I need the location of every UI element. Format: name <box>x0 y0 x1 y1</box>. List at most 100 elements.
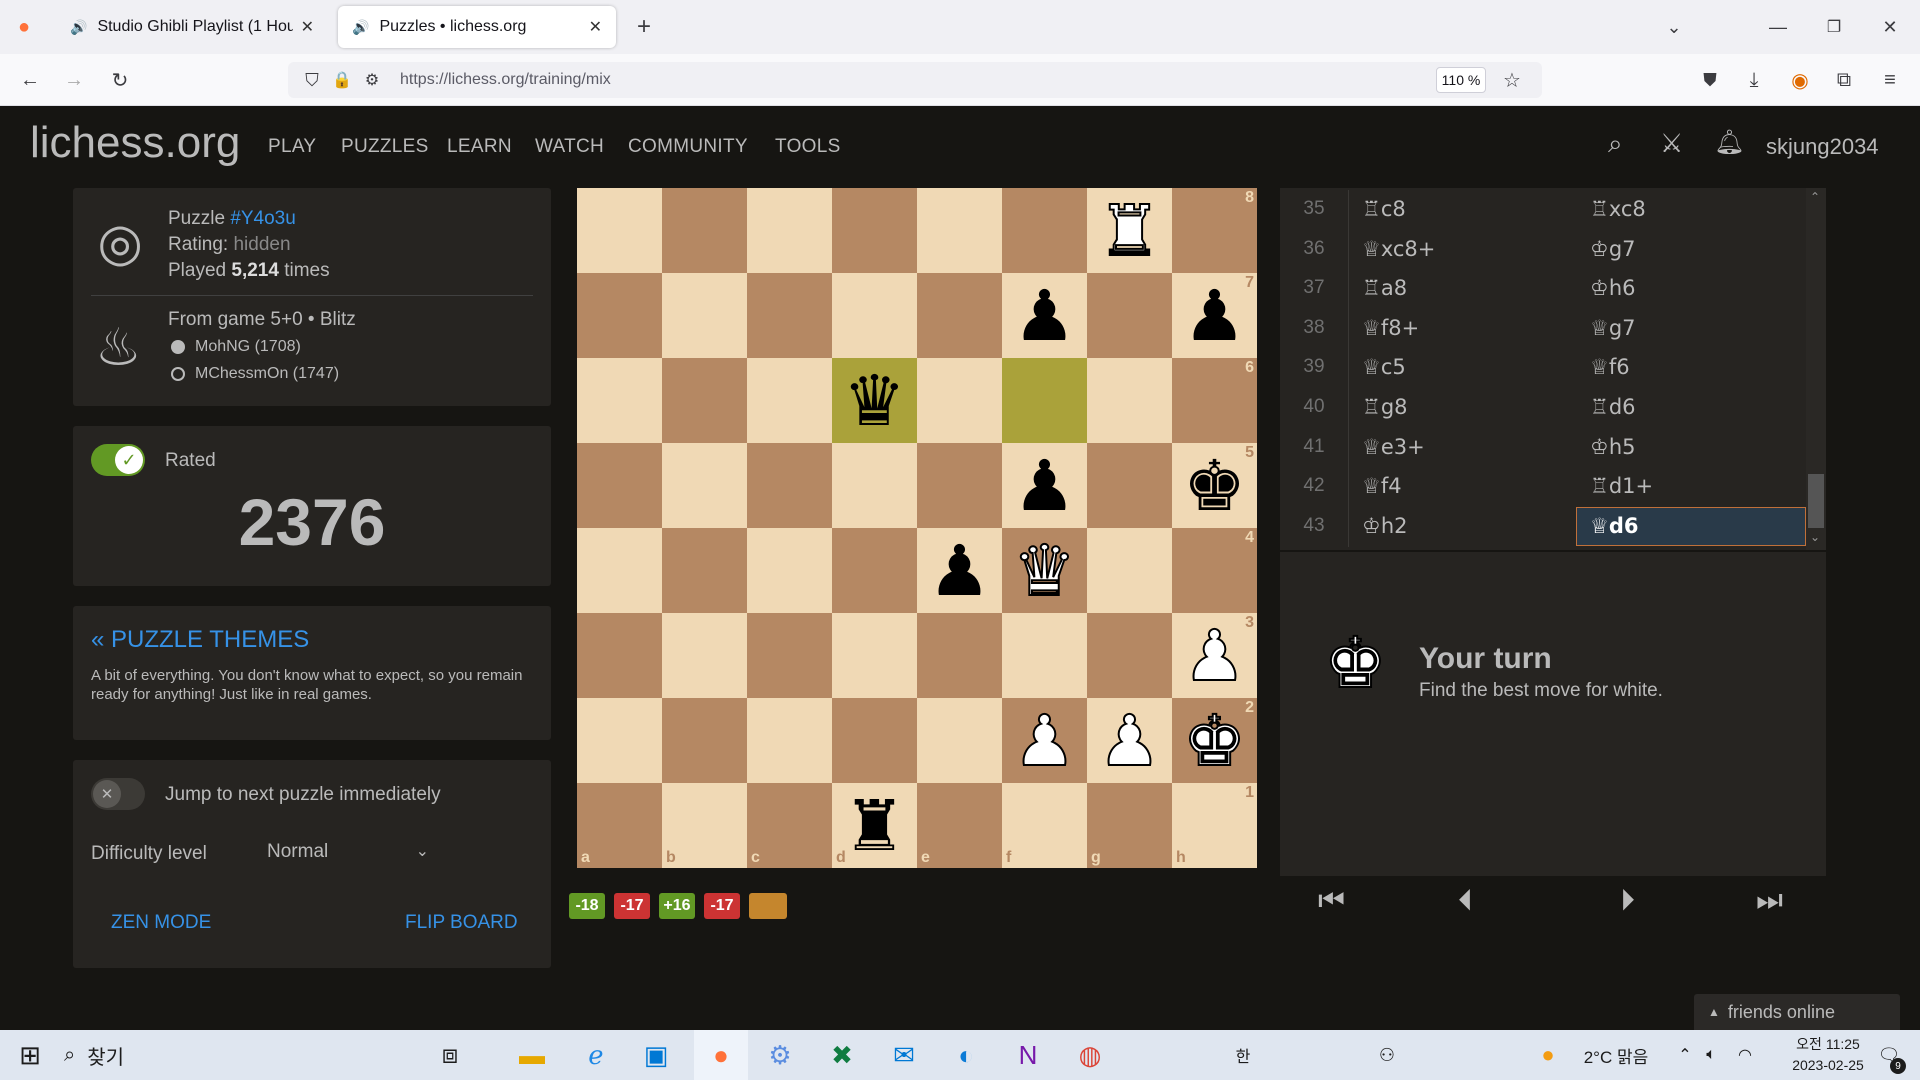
forward-icon[interactable]: → <box>56 62 92 98</box>
nav-community[interactable]: COMMUNITY <box>628 136 748 158</box>
move-black[interactable]: ♕d6 <box>1590 514 1638 538</box>
black-player-name[interactable]: MChessmOn (1747) <box>195 365 339 383</box>
nav-play[interactable]: PLAY <box>268 136 316 158</box>
file-explorer-icon[interactable]: ▬ <box>510 1030 554 1080</box>
white-pawn-icon[interactable]: ♟ <box>1097 705 1162 777</box>
square-g1[interactable]: g <box>1087 783 1172 868</box>
move-black[interactable]: ♔h5 <box>1590 435 1636 459</box>
square-c3[interactable] <box>747 613 832 698</box>
settings-app-icon[interactable]: ⚙ <box>758 1030 802 1080</box>
move-white[interactable]: ♖a8 <box>1362 276 1407 300</box>
move-white[interactable]: ♕f4 <box>1362 474 1402 498</box>
download-icon[interactable]: ⤓ <box>1736 62 1772 98</box>
square-a7[interactable] <box>577 273 662 358</box>
onenote-icon[interactable]: N <box>1006 1030 1050 1080</box>
nav-watch[interactable]: WATCH <box>535 136 604 158</box>
scroll-down-icon[interactable]: ⌄ <box>1810 530 1820 544</box>
square-a4[interactable] <box>577 528 662 613</box>
move-white[interactable]: ♕e3+ <box>1362 435 1425 459</box>
taskbar-search[interactable]: ⌕ 찾기 <box>64 1030 344 1080</box>
square-b3[interactable] <box>662 613 747 698</box>
square-a1[interactable]: a <box>577 783 662 868</box>
internet-explorer-icon[interactable]: ℯ <box>574 1030 618 1080</box>
square-h8[interactable]: 8 <box>1172 188 1257 273</box>
speaker-icon[interactable]: 🔊 <box>352 19 369 36</box>
square-a2[interactable] <box>577 698 662 783</box>
move-black[interactable]: ♕f6 <box>1590 355 1630 379</box>
square-d3[interactable] <box>832 613 917 698</box>
square-f5[interactable]: ♟ <box>1002 443 1087 528</box>
square-b2[interactable] <box>662 698 747 783</box>
move-white[interactable]: ♖g8 <box>1362 395 1408 419</box>
square-c2[interactable] <box>747 698 832 783</box>
firefox-taskbar-icon[interactable]: ● <box>694 1030 748 1080</box>
edge-icon[interactable]: ◐ <box>944 1030 988 1080</box>
square-c5[interactable] <box>747 443 832 528</box>
square-f8[interactable] <box>1002 188 1087 273</box>
move-white[interactable]: ♕xc8+ <box>1362 237 1435 261</box>
bookmark-star-icon[interactable]: ☆ <box>1494 62 1530 98</box>
new-tab-icon[interactable]: + <box>626 9 662 45</box>
square-b6[interactable] <box>662 358 747 443</box>
swords-icon[interactable]: ⚔ <box>1660 128 1683 159</box>
next-move-icon[interactable]: ⏵ <box>1620 884 1635 918</box>
move-black[interactable]: ♕g7 <box>1590 316 1636 340</box>
square-e5[interactable] <box>917 443 1002 528</box>
history-badge[interactable]: +16 <box>659 893 695 919</box>
store-icon[interactable]: ▣ <box>634 1030 678 1080</box>
square-h2[interactable]: ♚ 2 <box>1172 698 1257 783</box>
nav-puzzles[interactable]: PUZZLES <box>341 136 429 158</box>
black-queen-icon[interactable]: ♛ <box>843 366 906 436</box>
square-b7[interactable] <box>662 273 747 358</box>
white-player[interactable]: MohNG (1708) <box>171 338 301 356</box>
square-h3[interactable]: ♟ 3 <box>1172 613 1257 698</box>
square-d5[interactable] <box>832 443 917 528</box>
square-e1[interactable]: e <box>917 783 1002 868</box>
nav-learn[interactable]: LEARN <box>447 136 512 158</box>
site-logo[interactable]: lichess.org <box>30 118 240 168</box>
black-rook-icon[interactable]: ♜ <box>843 791 906 861</box>
white-player-name[interactable]: MohNG (1708) <box>195 338 301 356</box>
task-view-icon[interactable]: ⧈ <box>428 1030 472 1080</box>
square-g8[interactable]: ♜ <box>1087 188 1172 273</box>
square-f7[interactable]: ♟ <box>1002 273 1087 358</box>
move-black[interactable]: ♖d1+ <box>1590 474 1653 498</box>
people-icon[interactable]: ⚇ <box>1372 1030 1402 1080</box>
volume-icon[interactable]: 🔈︎ <box>1700 1030 1722 1080</box>
extension-icon[interactable]: ◉ <box>1782 62 1818 98</box>
difficulty-select[interactable]: Normal ⌄ <box>255 832 435 872</box>
black-pawn-icon[interactable]: ♟ <box>1013 281 1076 351</box>
scroll-thumb[interactable] <box>1808 474 1824 528</box>
puzzle-themes-link[interactable]: « PUZZLE THEMES <box>91 626 309 654</box>
move-black[interactable]: ♔h6 <box>1590 276 1636 300</box>
move-white[interactable]: ♕f8+ <box>1362 316 1419 340</box>
square-h4[interactable]: 4 <box>1172 528 1257 613</box>
square-d4[interactable] <box>832 528 917 613</box>
move-white[interactable]: ♖c8 <box>1362 197 1406 221</box>
hamburger-menu-icon[interactable]: ≡ <box>1872 62 1908 98</box>
white-rook-icon[interactable]: ♜ <box>1097 195 1162 267</box>
square-f1[interactable]: f <box>1002 783 1087 868</box>
square-a3[interactable] <box>577 613 662 698</box>
square-c8[interactable] <box>747 188 832 273</box>
speaker-icon[interactable]: 🔊 <box>70 19 87 36</box>
white-queen-icon[interactable]: ♛ <box>1012 535 1077 607</box>
square-h5[interactable]: ♚ 5 <box>1172 443 1257 528</box>
close-tab-icon[interactable]: ✕ <box>589 17 602 37</box>
reload-icon[interactable]: ↻ <box>102 62 138 98</box>
square-d1[interactable]: ♜ d <box>832 783 917 868</box>
close-window-icon[interactable]: ✕ <box>1872 9 1908 45</box>
white-king-icon[interactable]: ♚ <box>1182 705 1247 777</box>
minimize-icon[interactable]: — <box>1760 9 1796 45</box>
puzzle-id-link[interactable]: #Y4o3u <box>230 208 296 229</box>
bell-icon[interactable]: 🔔︎ <box>1714 128 1744 157</box>
square-g6[interactable] <box>1087 358 1172 443</box>
square-e3[interactable] <box>917 613 1002 698</box>
move-white[interactable]: ♔h2 <box>1362 514 1408 538</box>
url-text[interactable]: https://lichess.org/training/mix <box>400 71 611 89</box>
square-g3[interactable] <box>1087 613 1172 698</box>
prev-move-icon[interactable]: ⏴ <box>1458 884 1473 918</box>
notification-icon[interactable]: 🗨︎ <box>1866 1030 1912 1080</box>
windows-start-icon[interactable]: ⊞ <box>8 1030 52 1080</box>
list-tabs-icon[interactable]: ⌄ <box>1656 9 1692 45</box>
